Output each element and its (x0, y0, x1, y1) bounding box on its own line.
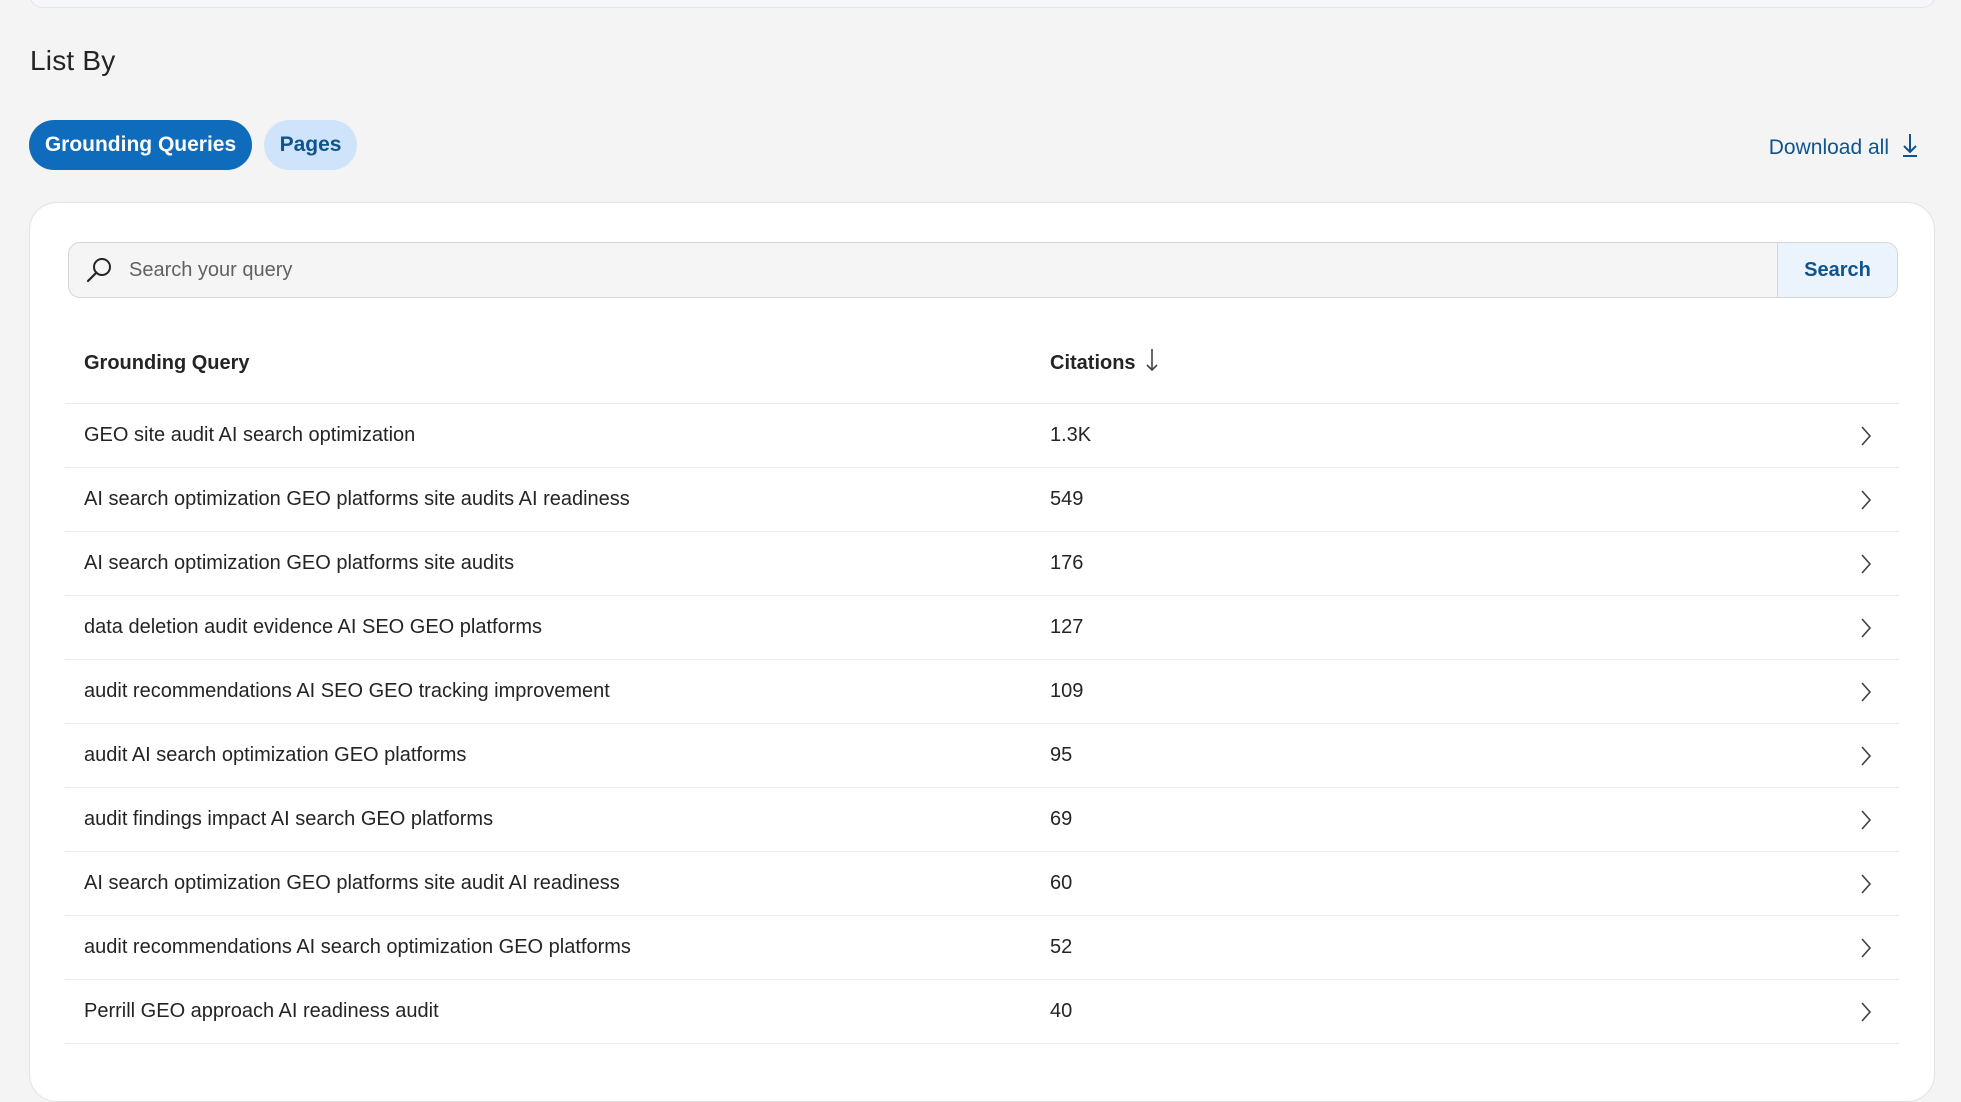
citations-cell: 69 (1050, 808, 1073, 830)
search-button[interactable]: Search (1777, 243, 1897, 297)
column-header-citations[interactable]: Citations (1050, 323, 1159, 403)
table-row[interactable]: GEO site audit AI search optimization 1.3… (65, 404, 1899, 468)
query-cell: data deletion audit evidence AI SEO GEO … (84, 616, 543, 638)
search-field-container (69, 243, 1777, 297)
chevron-right-icon[interactable] (1860, 852, 1872, 915)
table-row[interactable]: AI search optimization GEO platforms sit… (65, 852, 1899, 916)
table-row[interactable]: audit recommendations AI search optimiza… (65, 916, 1899, 980)
chevron-right-icon[interactable] (1860, 916, 1872, 979)
citations-cell: 1.3K (1050, 424, 1092, 446)
table-row[interactable]: data deletion audit evidence AI SEO GEO … (65, 596, 1899, 660)
search-icon (85, 256, 113, 284)
tab-grounding-queries[interactable]: Grounding Queries (29, 120, 252, 170)
citations-cell: 52 (1050, 936, 1073, 958)
query-cell: AI search optimization GEO platforms sit… (84, 552, 515, 574)
search-input[interactable] (127, 243, 1777, 297)
section-title: List By (30, 45, 116, 76)
chevron-right-icon[interactable] (1860, 596, 1872, 659)
download-all-label: Download all (1768, 136, 1889, 159)
chevron-right-icon[interactable] (1860, 788, 1872, 851)
top-card-edge (29, 0, 1936, 8)
chevron-right-icon[interactable] (1860, 660, 1872, 723)
sort-descending-icon (1136, 347, 1159, 379)
chevron-right-icon[interactable] (1860, 980, 1872, 1043)
chevron-right-icon[interactable] (1860, 724, 1872, 787)
chevron-right-icon[interactable] (1860, 532, 1872, 595)
grounding-queries-table: Grounding Query Citations GEO site audit… (65, 323, 1899, 1044)
query-cell: AI search optimization GEO platforms sit… (84, 488, 630, 510)
query-cell: audit findings impact AI search GEO plat… (84, 808, 494, 830)
citations-cell: 127 (1050, 616, 1084, 638)
tab-pages[interactable]: Pages (264, 120, 357, 170)
table-row[interactable]: Perrill GEO approach AI readiness audit 4… (65, 980, 1899, 1044)
citations-cell: 176 (1050, 552, 1084, 574)
citations-cell: 95 (1050, 744, 1073, 766)
citations-cell: 109 (1050, 680, 1084, 702)
download-all-button[interactable]: Download all (1769, 132, 1919, 164)
citations-cell: 549 (1050, 488, 1084, 510)
results-panel: Search Grounding Query Citations GEO sit… (29, 202, 1935, 1102)
query-cell: audit recommendations AI search optimiza… (84, 936, 631, 958)
citations-cell: 60 (1050, 872, 1073, 894)
table-row[interactable]: audit findings impact AI search GEO plat… (65, 788, 1899, 852)
table-header: Grounding Query Citations (65, 323, 1899, 404)
table-row[interactable]: audit recommendations AI SEO GEO trackin… (65, 660, 1899, 724)
citations-cell: 40 (1050, 1000, 1073, 1022)
query-cell: audit recommendations AI SEO GEO trackin… (84, 680, 610, 702)
table-body: GEO site audit AI search optimization 1.3… (65, 404, 1899, 1044)
query-cell: audit AI search optimization GEO platfor… (84, 744, 467, 766)
search-bar: Search (68, 242, 1898, 298)
query-cell: AI search optimization GEO platforms sit… (84, 872, 620, 894)
table-row[interactable]: AI search optimization GEO platforms sit… (65, 468, 1899, 532)
table-row[interactable]: AI search optimization GEO platforms sit… (65, 532, 1899, 596)
download-arrow-icon (1889, 132, 1919, 164)
query-cell: Perrill GEO approach AI readiness audit (84, 1000, 439, 1022)
chevron-right-icon[interactable] (1860, 404, 1872, 467)
column-header-citations-label: Citations (1050, 351, 1136, 374)
table-row[interactable]: audit AI search optimization GEO platfor… (65, 724, 1899, 788)
column-header-grounding-query: Grounding Query (84, 351, 250, 374)
query-cell: GEO site audit AI search optimization (84, 424, 416, 446)
chevron-right-icon[interactable] (1860, 468, 1872, 531)
